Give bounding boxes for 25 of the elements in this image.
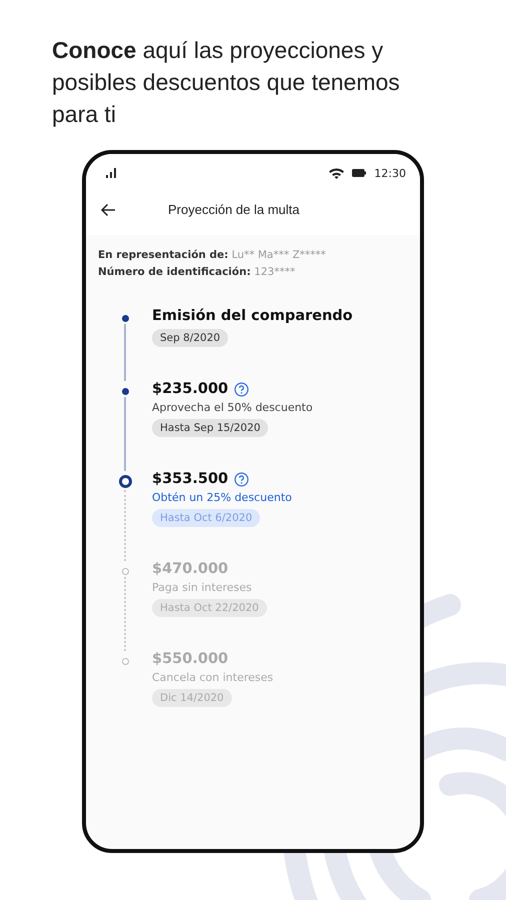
step-title: $353.500 bbox=[152, 471, 228, 487]
date-chip: Hasta Oct 6/2020 bbox=[152, 509, 260, 527]
step-description: Cancela con intereses bbox=[152, 671, 274, 684]
signal-icon bbox=[106, 168, 118, 178]
date-chip: Dic 14/2020 bbox=[152, 689, 232, 707]
battery-icon bbox=[352, 169, 366, 177]
date-chip: Sep 8/2020 bbox=[152, 329, 228, 347]
step-title: Emisión del comparendo bbox=[152, 308, 353, 324]
help-icon[interactable] bbox=[234, 382, 250, 396]
help-icon[interactable] bbox=[234, 472, 250, 486]
step-title: $550.000 bbox=[152, 651, 228, 667]
step-title: $235.000 bbox=[152, 381, 228, 397]
info-line: Número de identificación: 123**** bbox=[98, 266, 296, 278]
info-line: En representación de: Lu** Ma*** Z***** bbox=[98, 249, 327, 261]
step-description: Paga sin intereses bbox=[152, 581, 252, 594]
date-chip: Hasta Oct 22/2020 bbox=[152, 599, 267, 617]
headline: Conoce aquí las proyecciones y posibles descuentos que tenemos para ti bbox=[52, 36, 401, 129]
step-description: Obtén un 25% descuento bbox=[152, 491, 292, 504]
step-title: $470.000 bbox=[152, 561, 228, 577]
back-arrow-icon[interactable] bbox=[100, 202, 116, 216]
step-description: Aprovecha el 50% descuento bbox=[152, 401, 313, 414]
status-time: 12:30 bbox=[374, 166, 406, 180]
date-chip: Hasta Sep 15/2020 bbox=[152, 419, 268, 437]
screen-title: Proyección de la multa bbox=[168, 202, 300, 217]
wifi-icon bbox=[329, 168, 344, 178]
